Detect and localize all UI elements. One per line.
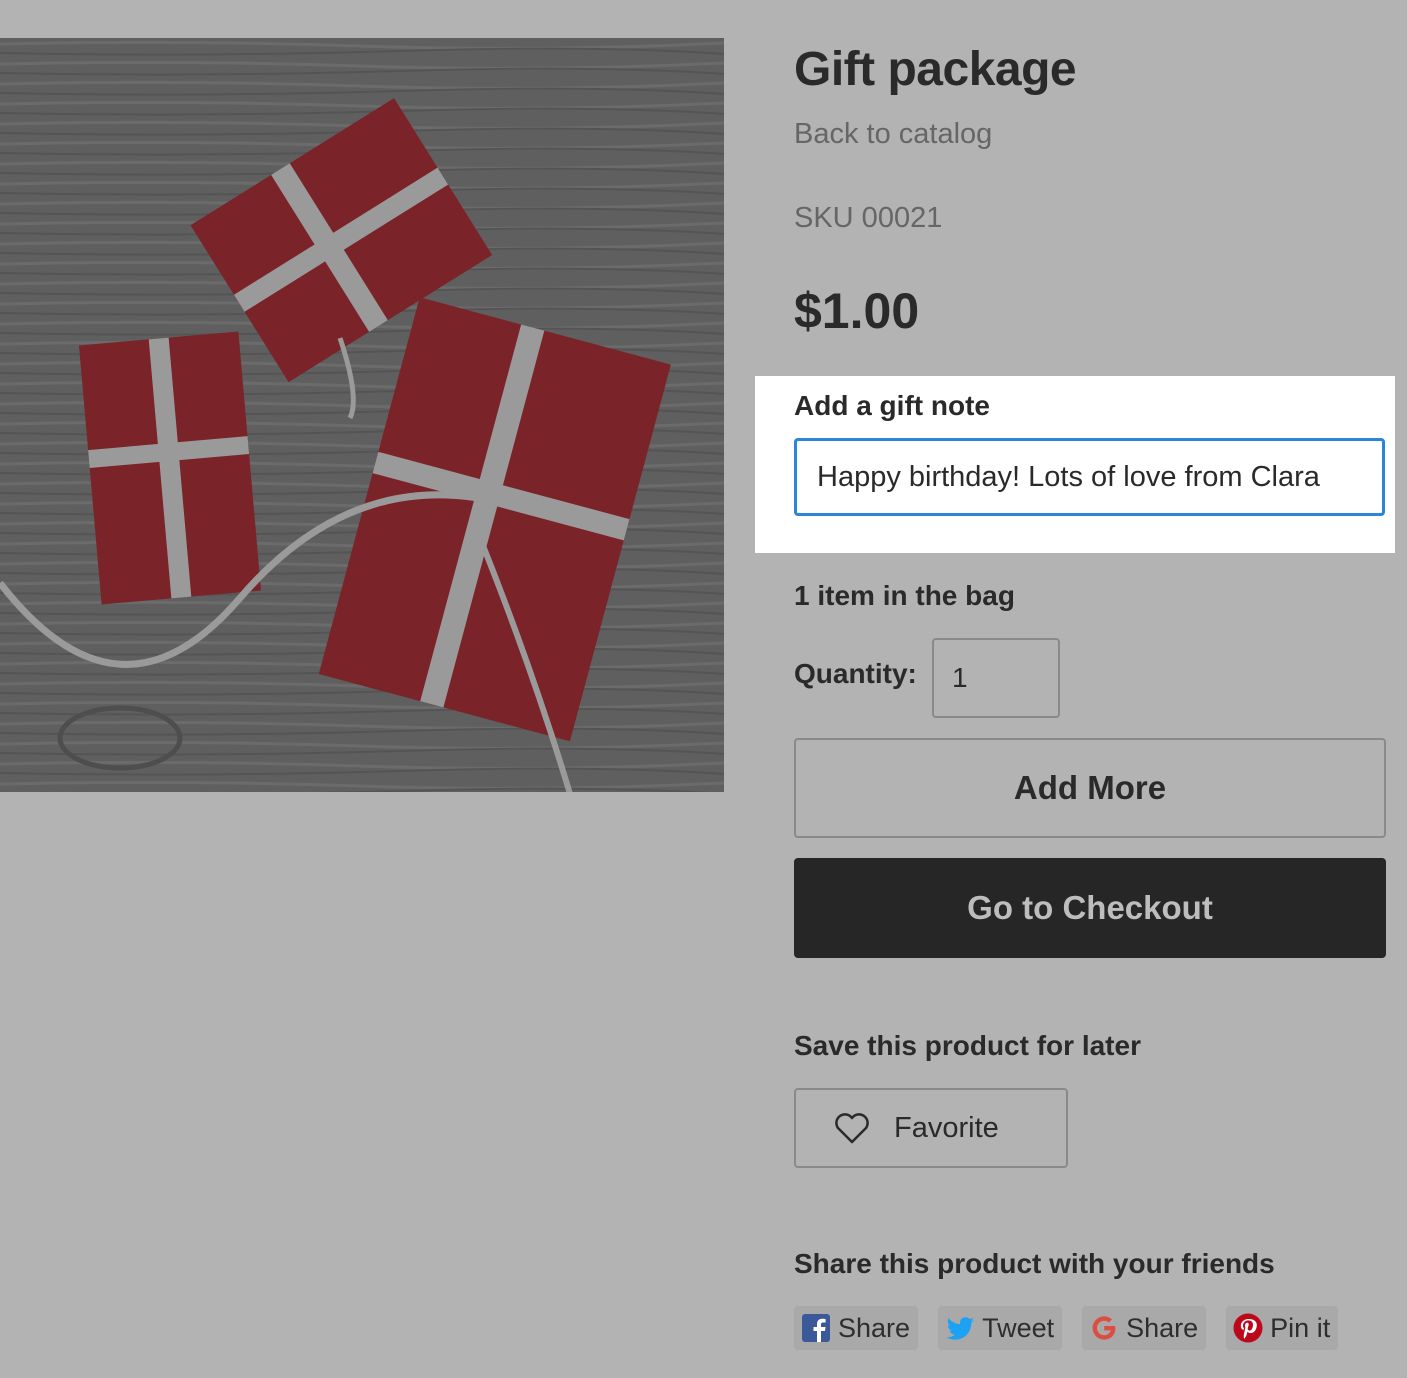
back-to-catalog-link[interactable]: Back to catalog xyxy=(794,118,992,151)
product-price: $1.00 xyxy=(794,283,920,339)
checkout-button[interactable]: Go to Checkout xyxy=(794,858,1386,958)
add-more-button[interactable]: Add More xyxy=(794,738,1386,838)
facebook-share-label: Share xyxy=(838,1312,911,1343)
product-title: Gift package xyxy=(794,43,1077,96)
twitter-share-button[interactable]: Tweet xyxy=(938,1306,1063,1350)
favorite-button[interactable]: Favorite xyxy=(794,1088,1068,1168)
google-share-label: Share xyxy=(1126,1312,1199,1343)
gift-note-input[interactable] xyxy=(794,438,1385,516)
product-image xyxy=(0,38,724,792)
share-heading: Share this product with your friends xyxy=(794,1248,1275,1279)
twitter-icon xyxy=(946,1317,975,1340)
quantity-input[interactable] xyxy=(932,638,1060,718)
twitter-share-label: Tweet xyxy=(982,1312,1055,1343)
gift-note-panel: Add a gift note xyxy=(755,376,1395,553)
quantity-label: Quantity: xyxy=(794,658,917,689)
heart-icon xyxy=(835,1113,869,1144)
share-buttons: Share Tweet Share Pin it xyxy=(794,1306,1339,1350)
pinterest-share-button[interactable]: Pin it xyxy=(1226,1306,1339,1350)
facebook-icon xyxy=(802,1314,830,1342)
facebook-share-button[interactable]: Share xyxy=(794,1306,919,1350)
pinterest-share-label: Pin it xyxy=(1270,1312,1331,1343)
favorite-label: Favorite xyxy=(894,1111,999,1144)
bag-count: 1 item in the bag xyxy=(794,580,1015,611)
product-sku: SKU 00021 xyxy=(794,202,943,234)
google-icon xyxy=(1092,1316,1116,1340)
gift-note-label: Add a gift note xyxy=(794,390,990,421)
save-for-later-heading: Save this product for later xyxy=(794,1030,1141,1061)
pinterest-icon xyxy=(1233,1313,1263,1343)
google-share-button[interactable]: Share xyxy=(1082,1306,1207,1350)
